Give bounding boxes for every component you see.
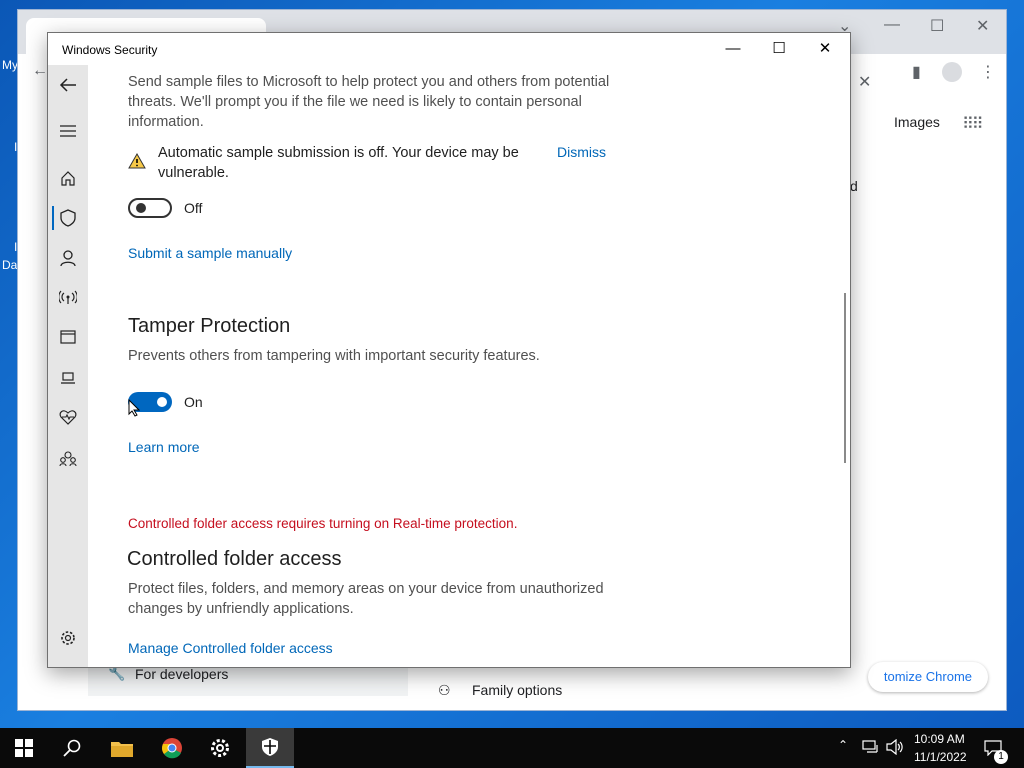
- side-panel-icon[interactable]: ▮: [912, 62, 921, 82]
- chevron-up-icon[interactable]: ⌃: [838, 738, 848, 752]
- windows-security-window: Windows Security — ☐ ✕ Send sample files…: [47, 32, 851, 668]
- maximize-icon[interactable]: ☐: [930, 16, 944, 36]
- controlled-folder-title: Controlled folder access: [127, 548, 342, 570]
- maximize-button[interactable]: ☐: [756, 33, 802, 65]
- volume-icon[interactable]: [886, 738, 904, 758]
- sample-submission-toggle-label: Off: [184, 200, 203, 216]
- family-icon[interactable]: [48, 445, 88, 473]
- windows-security-taskbar-icon[interactable]: [246, 728, 294, 768]
- controlled-folder-alert: Controlled folder access requires turnin…: [128, 516, 518, 531]
- home-icon[interactable]: [48, 164, 88, 192]
- sample-submission-description: Send sample files to Microsoft to help p…: [128, 74, 610, 130]
- learn-more-link[interactable]: Learn more: [128, 439, 200, 455]
- minimize-button[interactable]: —: [710, 33, 756, 65]
- scrollbar[interactable]: [844, 293, 846, 463]
- mouse-cursor-icon: [128, 398, 141, 420]
- window-title: Windows Security: [62, 43, 158, 57]
- app-browser-icon[interactable]: [48, 323, 88, 351]
- settings-icon[interactable]: [48, 624, 88, 652]
- file-explorer-icon[interactable]: [98, 728, 146, 768]
- minimize-icon[interactable]: —: [884, 16, 900, 34]
- tamper-protection-toggle-label: On: [184, 394, 203, 410]
- family-icon: ⚇: [438, 682, 451, 698]
- toggle-knob: [136, 203, 146, 213]
- settings-gear-icon[interactable]: [196, 728, 244, 768]
- hamburger-icon[interactable]: [48, 117, 88, 145]
- device-security-icon[interactable]: [48, 364, 88, 392]
- desktop-icon-label[interactable]: My: [2, 58, 18, 72]
- partial-text: d: [850, 178, 858, 194]
- profile-avatar-icon[interactable]: [942, 62, 962, 82]
- close-button[interactable]: ✕: [802, 33, 848, 65]
- manage-controlled-folder-link[interactable]: Manage Controlled folder access: [128, 640, 333, 656]
- submit-sample-link[interactable]: Submit a sample manually: [128, 245, 292, 261]
- family-options-item[interactable]: Family options: [472, 682, 562, 698]
- sample-submission-toggle[interactable]: [128, 198, 172, 218]
- dismiss-link[interactable]: Dismiss: [557, 144, 606, 160]
- close-search-icon[interactable]: ✕: [858, 72, 871, 92]
- clock-time[interactable]: 10:09 AM: [914, 732, 965, 746]
- images-link[interactable]: Images: [894, 114, 940, 130]
- desktop-icon-label[interactable]: I: [14, 140, 17, 154]
- notification-count-badge: 1: [994, 750, 1008, 764]
- customize-chrome-button[interactable]: tomize Chrome: [868, 662, 988, 692]
- windows-start-icon[interactable]: [0, 728, 48, 768]
- desktop-icon-label[interactable]: Da: [2, 258, 17, 272]
- search-icon[interactable]: [48, 728, 96, 768]
- tamper-protection-title: Tamper Protection: [128, 315, 291, 337]
- account-icon[interactable]: [48, 244, 88, 272]
- network-icon[interactable]: [48, 283, 88, 311]
- more-menu-icon[interactable]: ⋮: [980, 62, 996, 82]
- for-developers-item[interactable]: For developers: [135, 666, 228, 682]
- network-tray-icon[interactable]: [862, 740, 880, 757]
- apps-grid-icon[interactable]: ⠿⠿: [962, 114, 983, 134]
- shield-icon[interactable]: [48, 204, 88, 232]
- tamper-protection-description: Prevents others from tampering with impo…: [128, 348, 540, 364]
- toggle-knob: [157, 397, 167, 407]
- warning-icon: [128, 152, 146, 172]
- desktop-icon-label[interactable]: I: [14, 240, 17, 254]
- back-arrow-icon[interactable]: [48, 71, 88, 99]
- close-icon[interactable]: ✕: [976, 16, 989, 36]
- chrome-icon[interactable]: [148, 728, 196, 768]
- clock-date[interactable]: 11/1/2022: [914, 750, 967, 764]
- back-icon[interactable]: ←: [32, 62, 48, 80]
- sample-submission-warning: Automatic sample submission is off. Your…: [158, 145, 519, 181]
- health-icon[interactable]: [48, 403, 88, 431]
- controlled-folder-description: Protect files, folders, and memory areas…: [128, 581, 604, 617]
